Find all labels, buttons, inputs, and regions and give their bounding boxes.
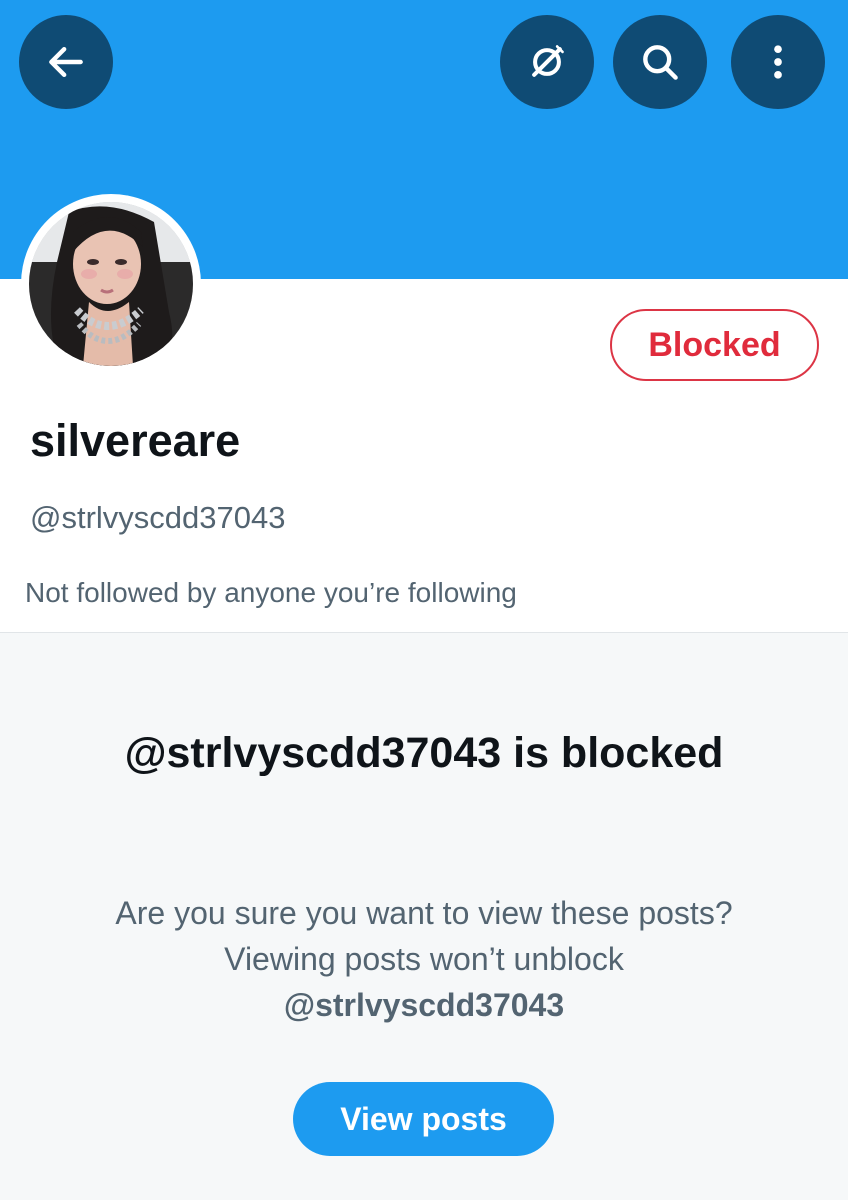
grok-button[interactable] <box>500 15 594 109</box>
blocked-notice-text: Are you sure you want to view these post… <box>115 895 733 977</box>
blocked-notice-mention: @strlvyscdd37043 <box>283 987 565 1023</box>
blocked-notice: @strlvyscdd37043 is blocked Are you sure… <box>0 634 848 1200</box>
avatar-image <box>29 202 193 366</box>
display-name: silvereare <box>30 415 241 466</box>
arrow-left-icon <box>49 46 83 78</box>
grok-icon <box>532 45 564 77</box>
profile-page: Blocked silvereare @strlvyscdd37043 Not … <box>0 0 848 1200</box>
more-vertical-icon <box>774 45 782 79</box>
user-handle: @strlvyscdd37043 <box>30 500 286 535</box>
avatar[interactable] <box>21 194 201 374</box>
blocked-button[interactable]: Blocked <box>610 309 819 381</box>
more-options-button[interactable] <box>731 15 825 109</box>
search-button[interactable] <box>613 15 707 109</box>
blocked-notice-title: @strlvyscdd37043 is blocked <box>124 729 724 777</box>
search-icon <box>643 45 678 80</box>
view-posts-button[interactable]: View posts <box>293 1082 554 1156</box>
followers-you-know: Not followed by anyone you’re following <box>25 577 517 608</box>
blocked-notice-body: Are you sure you want to view these post… <box>104 890 744 1028</box>
back-button[interactable] <box>19 15 113 109</box>
